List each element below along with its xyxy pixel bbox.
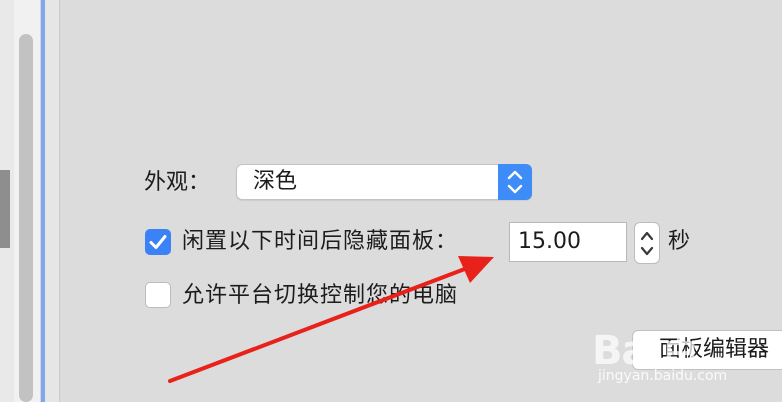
watermark-url: jingyan.baidu.com	[598, 368, 728, 384]
